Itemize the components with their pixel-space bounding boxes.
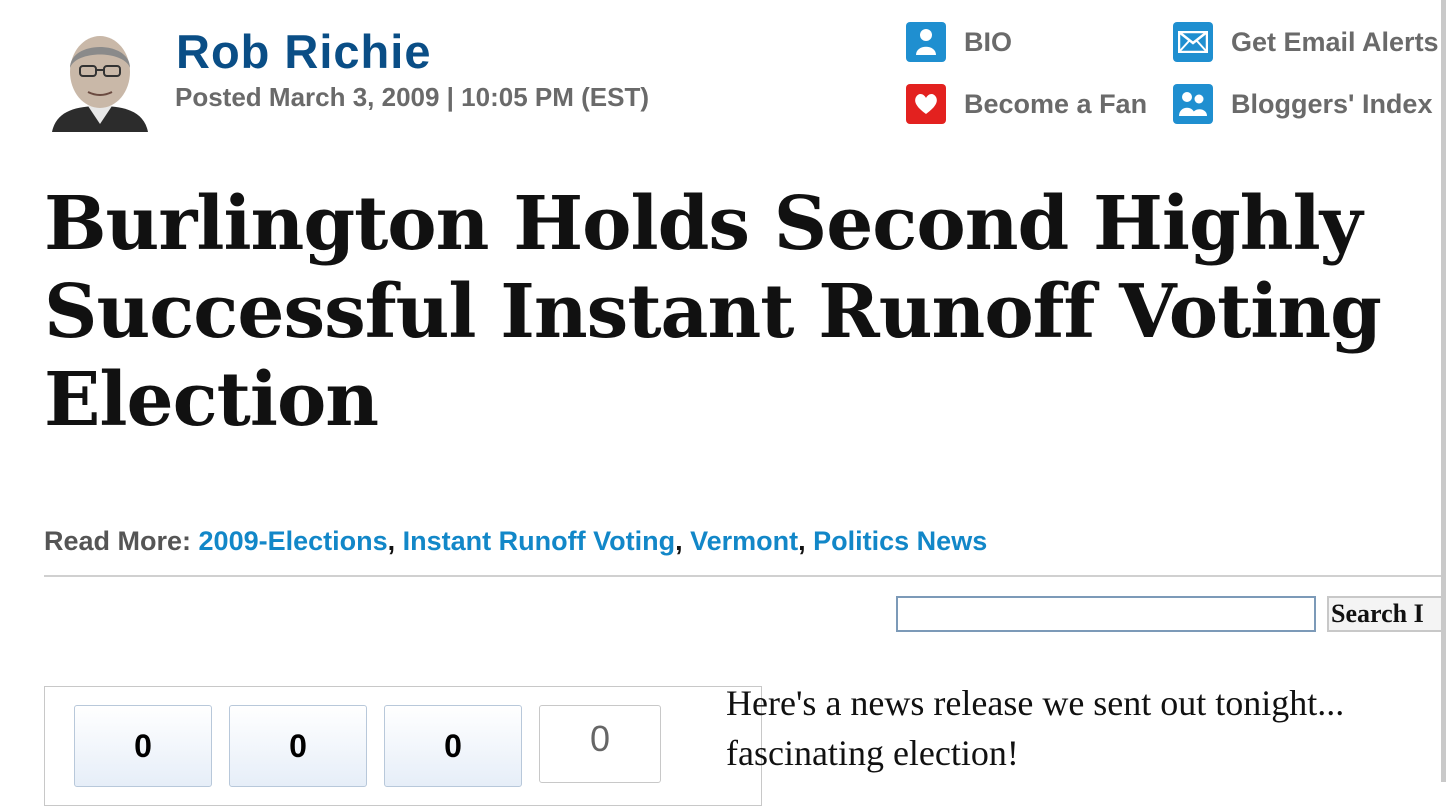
share-count-1[interactable]: 0 [74, 705, 212, 787]
divider [44, 575, 1446, 577]
bio-link[interactable]: BIO [906, 22, 1012, 62]
share-count-4[interactable]: 0 [539, 705, 661, 783]
read-more-label: Read More: [44, 526, 199, 556]
article-headline: Burlington Holds Second Highly Successfu… [44, 181, 1382, 443]
article-body: Here's a news release we sent out tonigh… [726, 678, 1446, 778]
search-input[interactable] [896, 596, 1316, 632]
body-line-2: fascinating election! [726, 733, 1019, 773]
author-name[interactable]: Rob Richie [176, 24, 431, 79]
author-avatar [44, 20, 156, 132]
become-fan-label: Become a Fan [964, 88, 1148, 119]
become-fan-link[interactable]: Become a Fan [906, 84, 1147, 124]
email-alerts-link[interactable]: Get Email Alerts [1173, 22, 1439, 62]
search-button[interactable]: Search I [1327, 596, 1446, 632]
person-icon [906, 22, 946, 62]
body-line-1: Here's a news release we sent out tonigh… [726, 683, 1345, 723]
people-icon [1173, 84, 1213, 124]
bloggers-index-link[interactable]: Bloggers' Index [1173, 84, 1432, 124]
tag-link-politics-news[interactable]: Politics News [813, 526, 987, 556]
bio-label: BIO [964, 26, 1013, 57]
posted-date: Posted March 3, 2009 | 10:05 PM (EST) [175, 82, 650, 112]
heart-icon [906, 84, 946, 124]
tag-link-2009-elections[interactable]: 2009-Elections [199, 526, 388, 556]
envelope-icon [1173, 22, 1213, 62]
tag-link-instant-runoff-voting[interactable]: Instant Runoff Voting [403, 526, 675, 556]
read-more-tags: Read More: 2009-Elections, Instant Runof… [44, 526, 988, 556]
tag-link-vermont[interactable]: Vermont [690, 526, 798, 556]
scrollbar-edge[interactable] [1441, 0, 1446, 782]
email-alerts-label: Get Email Alerts [1231, 26, 1439, 57]
share-count-2[interactable]: 0 [229, 705, 367, 787]
bloggers-index-label: Bloggers' Index [1231, 88, 1433, 119]
share-count-3[interactable]: 0 [384, 705, 522, 787]
